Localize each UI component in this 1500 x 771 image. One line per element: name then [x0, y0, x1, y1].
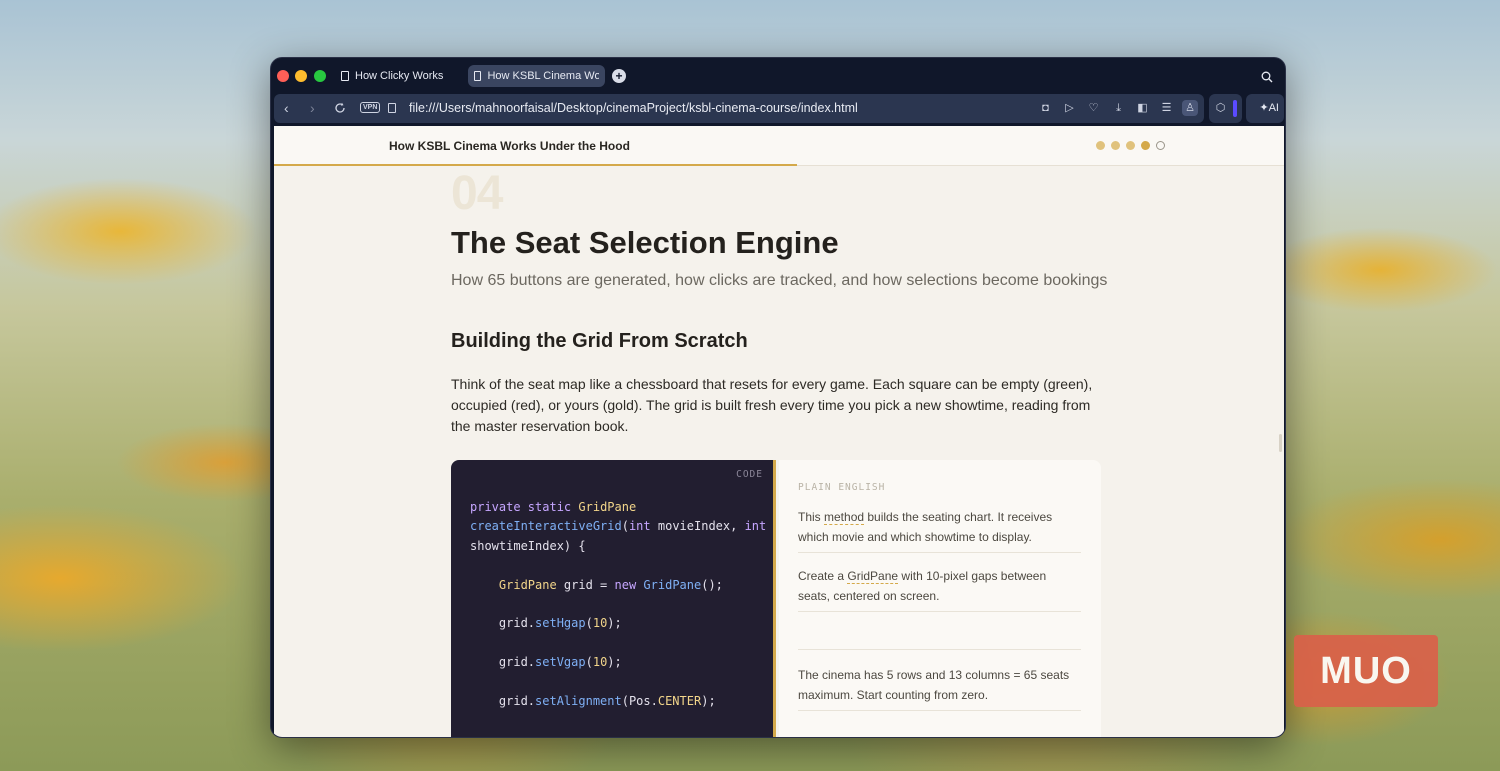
section-number: 04: [451, 167, 503, 220]
sidebar-toggle-icon[interactable]: ◧: [1136, 102, 1149, 115]
url-input[interactable]: file:///Users/mahnoorfaisal/Desktop/cine…: [409, 101, 858, 115]
code-block: private static GridPane createInteractiv…: [470, 500, 767, 709]
profile-icon[interactable]: ♙: [1182, 100, 1198, 116]
ai-label: AI: [1268, 102, 1279, 114]
code-pane: CODE private static GridPane createInter…: [451, 460, 776, 737]
menu-icon[interactable]: ☰: [1160, 102, 1173, 115]
term-highlight[interactable]: method: [824, 510, 865, 525]
plain-english-label: PLAIN ENGLISH: [798, 482, 886, 493]
tab-label: How KSBL Cinema Work: [487, 70, 599, 82]
close-window-button[interactable]: [277, 70, 289, 82]
page-title: The Seat Selection Engine: [451, 225, 839, 260]
intro-paragraph: Think of the seat map like a chessboard …: [451, 376, 1093, 434]
code-label: CODE: [736, 469, 763, 480]
ai-button[interactable]: ✦AI: [1246, 94, 1284, 123]
explanation-note: This method builds the seating chart. It…: [798, 508, 1081, 553]
explanation-note: The cinema has 5 rows and 13 columns = 6…: [798, 666, 1081, 711]
back-icon[interactable]: ‹: [284, 101, 289, 115]
reading-progress-bar: [274, 164, 797, 166]
search-icon[interactable]: [1261, 71, 1273, 83]
sparkle-icon: ✦: [1259, 102, 1269, 114]
document-icon: [341, 71, 349, 81]
section-dot[interactable]: [1126, 141, 1135, 150]
explanation-note-empty: [798, 626, 1081, 650]
explanation-note: Create a GridPane with 10-pixel gaps bet…: [798, 567, 1081, 612]
cube-icon[interactable]: ⬡: [1214, 102, 1227, 115]
page-icon: [388, 103, 396, 113]
document-icon: [474, 71, 482, 81]
section-dot[interactable]: [1156, 141, 1165, 150]
tab-how-clicky-works[interactable]: How Clicky Works: [335, 65, 455, 87]
web-page: How KSBL Cinema Works Under the Hood 04 …: [274, 126, 1284, 737]
title-bar: How Clicky Works How KSBL Cinema Work +: [271, 58, 1285, 94]
section-dot-active[interactable]: [1141, 141, 1150, 150]
camera-icon[interactable]: ◘: [1039, 102, 1052, 115]
page-header: How KSBL Cinema Works Under the Hood: [274, 126, 1284, 166]
muo-watermark-logo: MUO: [1294, 635, 1438, 707]
vpn-badge[interactable]: VPN: [360, 102, 381, 113]
address-bar: ‹ › VPN file:///Users/mahnoorfaisal/Desk…: [274, 94, 1204, 123]
page-subtitle: How 65 buttons are generated, how clicks…: [451, 272, 1108, 289]
browser-window: How Clicky Works How KSBL Cinema Work + …: [270, 57, 1286, 738]
scrollbar-thumb[interactable]: [1279, 434, 1282, 452]
tab-label: How Clicky Works: [355, 70, 444, 82]
extension-area: ⬡: [1209, 94, 1242, 123]
page-header-title: How KSBL Cinema Works Under the Hood: [389, 139, 630, 153]
tab-how-ksbl-cinema-works[interactable]: How KSBL Cinema Work: [468, 65, 605, 87]
new-tab-button[interactable]: +: [612, 69, 626, 83]
play-icon[interactable]: ▷: [1063, 102, 1076, 115]
extension-indicator: [1233, 100, 1237, 117]
term-highlight[interactable]: GridPane: [847, 569, 899, 584]
maximize-window-button[interactable]: [314, 70, 326, 82]
code-explanation-card: CODE private static GridPane createInter…: [451, 460, 1101, 737]
section-dot[interactable]: [1096, 141, 1105, 150]
download-icon[interactable]: ⤓: [1112, 102, 1125, 115]
forward-icon[interactable]: ›: [310, 101, 315, 115]
reload-icon[interactable]: [334, 102, 346, 114]
section-dots: [1096, 141, 1165, 150]
heart-icon[interactable]: ♡: [1087, 102, 1100, 115]
minimize-window-button[interactable]: [295, 70, 307, 82]
section-heading: Building the Grid From Scratch: [451, 330, 748, 352]
plain-english-pane: PLAIN ENGLISH This method builds the sea…: [779, 460, 1101, 737]
section-dot[interactable]: [1111, 141, 1120, 150]
